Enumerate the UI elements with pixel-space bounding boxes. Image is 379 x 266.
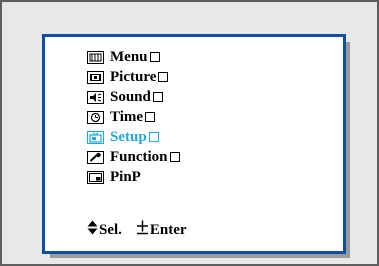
up-down-arrow-icon (87, 220, 98, 240)
picture-icon (87, 70, 104, 84)
menu-item-label: Time (110, 108, 144, 125)
control-hints: Sel. Enter (87, 220, 187, 240)
submenu-indicator-icon (152, 92, 163, 102)
time-icon (87, 110, 104, 124)
tv-screen: Menu Picture Sound Time Setup Function P… (0, 0, 379, 266)
menu-item-picture[interactable]: Picture (87, 67, 180, 87)
sound-icon (87, 90, 104, 104)
menu-item-label: Menu (110, 48, 148, 65)
submenu-indicator-icon (149, 52, 160, 62)
menu-item-sound[interactable]: Sound (87, 87, 180, 107)
menu-item-label: Setup (110, 128, 147, 145)
menu-list: Menu Picture Sound Time Setup Function P… (87, 47, 180, 187)
menu-item-label: Picture (110, 68, 157, 85)
menu-item-function[interactable]: Function (87, 147, 180, 167)
menu-item-label: PinP (110, 168, 141, 185)
menu-item-label: Function (110, 148, 168, 165)
menu-item-pinp[interactable]: PinP (87, 167, 180, 187)
select-hint-label: Sel. (99, 221, 122, 238)
submenu-indicator-icon (148, 132, 159, 142)
menu-item-setup[interactable]: Setup (87, 127, 180, 147)
setup-icon (87, 130, 104, 144)
menu-item-menu[interactable]: Menu (87, 47, 180, 67)
menu-icon (87, 50, 104, 64)
submenu-indicator-icon (169, 152, 180, 162)
pinp-icon (87, 170, 104, 184)
menu-item-label: Sound (110, 88, 151, 105)
submenu-indicator-icon (158, 72, 169, 82)
plus-minus-icon (136, 220, 149, 240)
menu-item-time[interactable]: Time (87, 107, 180, 127)
submenu-indicator-icon (145, 112, 156, 122)
function-icon (87, 150, 104, 164)
enter-hint-label: Enter (149, 221, 187, 238)
osd-menu-panel: Menu Picture Sound Time Setup Function P… (42, 34, 346, 254)
